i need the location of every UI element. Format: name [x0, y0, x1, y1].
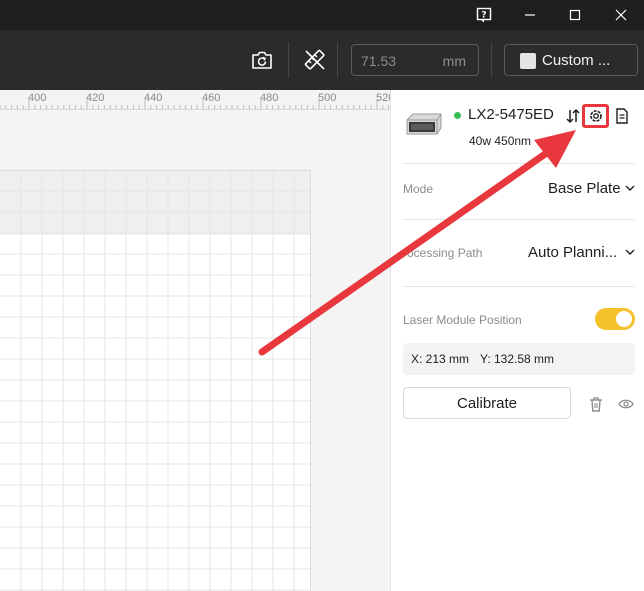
maximize-icon[interactable] [552, 0, 598, 30]
coord-x: X: 213 mm [411, 352, 470, 366]
camera-refresh-icon[interactable] [246, 44, 278, 76]
ruler-label: 480 [260, 92, 279, 104]
help-question-icon[interactable]: ? [461, 0, 507, 30]
design-canvas[interactable] [0, 110, 390, 591]
calibrate-button[interactable]: Calibrate [403, 387, 571, 419]
svg-text:?: ? [481, 11, 486, 21]
material-label: Custom ... [542, 52, 611, 69]
processing-path-value: Auto Planni... [528, 244, 618, 261]
section-divider [403, 219, 635, 220]
toolbar-divider [288, 42, 289, 78]
mode-label: Mode [403, 182, 434, 196]
section-divider [403, 286, 635, 287]
focus-unit: mm [442, 53, 466, 69]
device-subtitle: 40w 450nm [469, 134, 532, 148]
canvas-grid [0, 170, 310, 591]
mode-select[interactable]: Base Plate [541, 176, 635, 200]
plate-border [0, 170, 310, 171]
ruler-label: 520 [376, 92, 390, 104]
coord-y: Y: 132.58 mm [480, 352, 555, 366]
chevron-down-icon [625, 249, 635, 255]
window-titlebar: ? [0, 0, 644, 30]
ruler-label: 500 [318, 92, 337, 104]
plate-border [310, 170, 311, 591]
processing-path-select[interactable]: Auto Planni... [521, 240, 635, 264]
device-name: LX2-5475ED [468, 106, 554, 123]
laser-module-position-label: Laser Module Position [403, 313, 522, 327]
toggle-knob [616, 311, 632, 327]
ruler-label: 420 [86, 92, 105, 104]
swap-arrows-icon[interactable] [563, 106, 583, 126]
chevron-down-icon [625, 185, 635, 191]
minimize-icon[interactable] [507, 0, 553, 30]
laser-coordinates: X: 213 mm Y: 132.58 mm [403, 343, 635, 375]
mode-value: Base Plate [548, 180, 621, 197]
focus-value: 71.53 [361, 53, 397, 69]
trash-icon[interactable] [587, 395, 605, 413]
device-image [403, 112, 445, 138]
settings-highlight-box [582, 104, 609, 128]
ruler-measure-icon[interactable] [299, 44, 331, 76]
ruler-label: 400 [28, 92, 47, 104]
device-status-dot [454, 112, 461, 119]
material-swatch [520, 53, 536, 69]
document-icon[interactable] [612, 106, 632, 126]
laser-position-toggle[interactable] [595, 308, 635, 330]
focus-distance-input[interactable]: 71.53 mm [351, 44, 479, 76]
eye-icon[interactable] [617, 395, 635, 413]
section-divider [403, 163, 635, 164]
close-icon[interactable] [598, 0, 644, 30]
ruler-label: 440 [144, 92, 163, 104]
material-select-button[interactable]: Custom ... [504, 44, 638, 76]
device-settings-panel: LX2-5475ED 40w 450nm Mode Base Plate roc… [390, 90, 644, 591]
ruler-label: 460 [202, 92, 221, 104]
toolbar-divider [337, 42, 338, 78]
toolbar-divider [491, 42, 492, 78]
processing-path-label: rocessing Path [403, 246, 483, 260]
main-toolbar: 71.53 mm Custom ... [0, 30, 644, 90]
horizontal-ruler: 400 420 440 460 480 500 520 [0, 90, 390, 110]
